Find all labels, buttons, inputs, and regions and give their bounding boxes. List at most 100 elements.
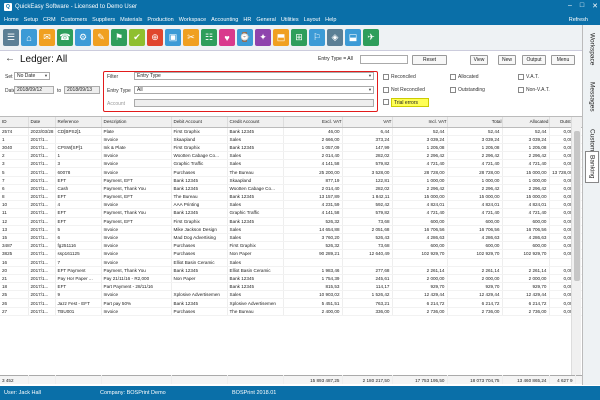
table-cell: 4 286,63 — [447, 233, 503, 243]
table-row[interactable]: 8 2017/1... EFT Payment, EFT The Bureau Bank … — [0, 192, 582, 202]
date-from-field[interactable]: 2018/09/12 — [14, 86, 54, 94]
table-row[interactable]: 16 2017/1... 7 Invoice Elliot Basin Ceramic S… — [0, 258, 582, 267]
set-dropdown[interactable]: No Date ▼ — [14, 72, 50, 80]
menu-item-help[interactable]: Help — [325, 17, 336, 23]
table-row[interactable]: 26 2017/1... Jazz Fest - EFT Part pay 50% Ba… — [0, 298, 582, 308]
table-row[interactable]: 6 2017/1... Cash Payment, Thank You Bank 123… — [0, 184, 582, 194]
toolbar-button-3[interactable]: ✉ — [39, 29, 55, 46]
menu-button[interactable]: Menu — [551, 55, 575, 65]
menu-item-materials[interactable]: Materials — [120, 17, 142, 23]
menu-item-customers[interactable]: Customers — [61, 17, 88, 23]
table-row[interactable]: 2 2017/1... 1 Invoice Wootten Cabage Co... Sa… — [0, 151, 582, 161]
refresh-menu[interactable]: Refresh — [569, 17, 588, 23]
back-arrow-icon[interactable]: ← — [5, 53, 15, 64]
table-row[interactable]: 3487 2017/1... fg251116 Invoice Purchases Fir… — [0, 241, 582, 251]
toolbar-button-8[interactable]: ✔ — [129, 29, 145, 46]
menu-item-utilities[interactable]: Utilities — [281, 17, 299, 23]
table-row[interactable]: 12 2017/1... EFT Payment, EFT First Graphix B… — [0, 217, 582, 226]
toolbar-button-1[interactable]: ☰ — [3, 29, 19, 46]
menu-item-suppliers[interactable]: Suppliers — [92, 17, 115, 23]
column-header[interactable]: Incl. VAT — [392, 117, 448, 128]
date-to-field[interactable]: 2018/09/13 — [64, 86, 100, 94]
toolbar-button-11[interactable]: ✂ — [183, 29, 199, 46]
column-header[interactable]: Reference — [55, 117, 102, 128]
table-row[interactable]: 5 2017/1... 60078 Invoice Purchases The Burea… — [0, 167, 582, 177]
toolbar-button-15[interactable]: ✦ — [255, 29, 271, 46]
table-cell: 3 039,24 — [502, 135, 550, 144]
column-header[interactable]: Allocated — [502, 117, 550, 128]
menu-item-crm[interactable]: CRM — [43, 17, 56, 23]
toolbar-button-17[interactable]: ⊞ — [291, 29, 307, 46]
filter-dropdown[interactable]: Entry Type ▼ — [134, 72, 374, 80]
column-header[interactable]: Excl. VAT — [283, 117, 343, 128]
table-row[interactable]: 11 2017/1... EFT Payment, Thank You Bank 123… — [0, 208, 582, 218]
table-row[interactable]: 2574 2023/03/28 CD[BPS2]1 Plate First Graphi… — [0, 127, 582, 136]
table-row[interactable]: 7 2017/1... EFT Payment, EFT Bank 12345 Skaap… — [0, 176, 582, 185]
table-row[interactable]: 25 2017/1... 9 Invoice Xplosive Advertisemen… — [0, 290, 582, 300]
toolbar-button-14[interactable]: ⌚ — [237, 29, 253, 46]
maximize-icon[interactable]: □ — [580, 2, 584, 10]
outstanding-checkbox[interactable] — [450, 87, 456, 93]
toolbar-button-6[interactable]: ✎ — [93, 29, 109, 46]
toolbar-button-9[interactable]: ⊕ — [147, 29, 163, 46]
trial-errors-checkbox[interactable] — [383, 99, 389, 105]
menu-item-workspace[interactable]: Workspace — [179, 17, 206, 23]
column-header[interactable]: Debit Account — [171, 117, 228, 128]
table-row[interactable]: 13 2017/1... 5 Invoice Mike Jackson Design Sa… — [0, 225, 582, 234]
menu-item-setup[interactable]: Setup — [24, 17, 38, 23]
minimize-icon[interactable]: – — [568, 2, 572, 10]
menu-item-hr[interactable]: HR — [243, 17, 251, 23]
toolbar-button-10[interactable]: ▣ — [165, 29, 181, 46]
toolbar-button-2[interactable]: ⌂ — [21, 29, 37, 46]
table-row[interactable]: 18 2017/1... EFT Part Payment - 28/11/16 Ban… — [0, 282, 582, 292]
menu-item-home[interactable]: Home — [4, 17, 19, 23]
toolbar-button-20[interactable]: ⬓ — [345, 29, 361, 46]
table-row[interactable]: 1 2017/1... Invoice Skaapland Sales 2 666,00 3… — [0, 135, 582, 144]
allocated-checkbox[interactable] — [450, 74, 456, 80]
table-row[interactable]: 20 2017/1... EFT Payment Payment, Thank You… — [0, 266, 582, 275]
toolbar-button-7[interactable]: ⚑ — [111, 29, 127, 46]
toolbar-button-5[interactable]: ⚙ — [75, 29, 91, 46]
reconciled-checkbox[interactable] — [383, 74, 389, 80]
toolbar-button-19[interactable]: ◈ — [327, 29, 343, 46]
toolbar-button-4[interactable]: ☎ — [57, 29, 73, 46]
toolbar-button-16[interactable]: ⬒ — [273, 29, 289, 46]
menu-item-layout[interactable]: Layout — [304, 17, 321, 23]
scrollbar-thumb[interactable] — [574, 131, 580, 281]
vat-checkbox[interactable] — [518, 74, 524, 80]
table-row[interactable]: 3 2017/1... 3 Invoice Graphic Traffic Sales 4 … — [0, 159, 582, 169]
toolbar-button-18[interactable]: ⚐ — [309, 29, 325, 46]
new-button[interactable]: New — [498, 55, 516, 65]
table-row[interactable]: 10 2017/1... 4 Invoice AAA Printing Sales 4 23… — [0, 200, 582, 210]
menu-item-production[interactable]: Production — [147, 17, 173, 23]
toolbar-button-12[interactable]: ☷ — [201, 29, 217, 46]
view-button[interactable]: View — [470, 55, 488, 65]
column-header[interactable]: Date — [28, 117, 56, 128]
tab-banking[interactable]: Banking — [585, 151, 599, 183]
vertical-scrollbar[interactable] — [571, 117, 581, 375]
table-row[interactable]: 3825 2017/1... ssp161125 Invoice Purchases No… — [0, 249, 582, 259]
toolbar-button-21[interactable]: ✈ — [363, 29, 379, 46]
column-header[interactable]: VAT — [342, 117, 393, 128]
menu-item-accounting[interactable]: Accounting — [211, 17, 238, 23]
table-row[interactable]: 15 2017/1... 6 Invoice Mad Dog Advertising Sa… — [0, 233, 582, 243]
account-field[interactable] — [134, 99, 374, 107]
reset-button[interactable]: Reset — [412, 55, 447, 65]
output-button[interactable]: Output — [522, 55, 546, 65]
table-row[interactable]: 21 2017/1... Pay Hor Paper ... Pay 21/11/16… — [0, 274, 582, 284]
close-icon[interactable]: ✕ — [592, 2, 598, 10]
column-header[interactable]: Total — [447, 117, 503, 128]
tab-workspace[interactable]: Workspace — [585, 27, 599, 71]
toolbar-button-13[interactable]: ♥ — [219, 29, 235, 46]
non-vat-checkbox[interactable] — [518, 87, 524, 93]
menu-item-general[interactable]: General — [256, 17, 276, 23]
column-header[interactable]: Credit Account — [227, 117, 284, 128]
tab-messages[interactable]: Messages — [585, 75, 599, 119]
not-reconciled-checkbox[interactable] — [383, 87, 389, 93]
column-header[interactable]: ID — [0, 117, 29, 128]
entry-type-dropdown[interactable]: All ▼ — [134, 86, 374, 94]
table-row[interactable]: 3040 2017/1... CPSW[SP]1 Ink & Plate First G… — [0, 143, 582, 153]
table-row[interactable]: 27 2017/1... TBU001 Invoice Purchases The Bur… — [0, 307, 582, 316]
column-header[interactable]: Description — [101, 117, 172, 128]
search-input[interactable] — [360, 55, 408, 64]
